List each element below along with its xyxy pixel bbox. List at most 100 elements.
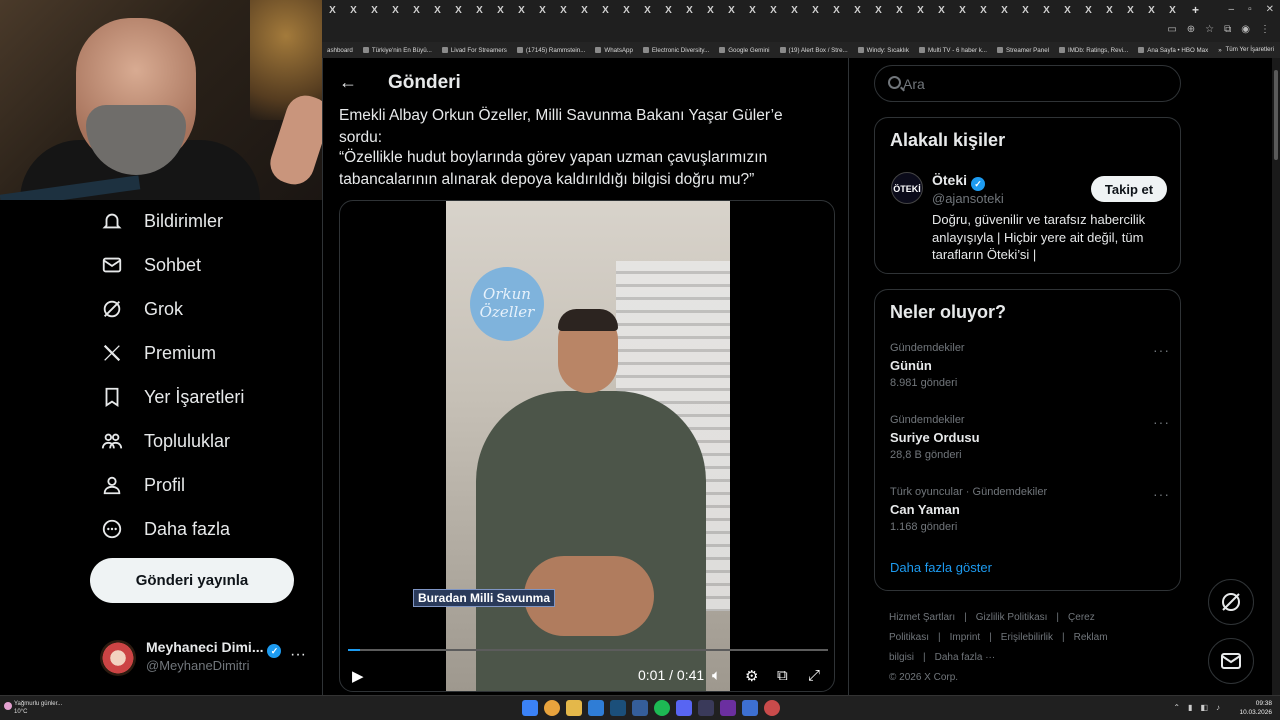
back-arrow-icon[interactable]: ← [339,72,357,93]
messages-fab[interactable] [1208,638,1254,684]
play-icon[interactable]: ▶ [352,667,364,685]
all-bookmarks[interactable]: Tüm Yer İşaretleri [1226,46,1275,53]
footer-link[interactable]: © 2026 X Corp. [889,672,958,683]
progress-track[interactable] [348,649,828,651]
grok-fab[interactable] [1208,579,1254,625]
browser-tab[interactable]: X [553,0,574,20]
browser-tab[interactable]: X [931,0,952,20]
footer-link[interactable]: Hizmet Şartları [889,612,955,623]
browser-tab[interactable]: X [742,0,763,20]
trend-more-icon[interactable]: ··· [1153,342,1170,358]
related-name[interactable]: Öteki ✓ [932,172,986,191]
browser-tab[interactable]: X [469,0,490,20]
windows-start-icon[interactable] [522,700,538,716]
bookmark-item[interactable]: Livad For Streamers [437,47,512,54]
follow-button[interactable]: Takip et [1091,176,1167,202]
nav-item[interactable]: Premium [100,338,216,368]
browser-tab[interactable]: X [910,0,931,20]
nav-item[interactable]: Bildirimler [100,206,223,236]
video-player[interactable]: Orkun Özeller Buradan Milli Savunma ▶ 0:… [339,200,835,692]
system-tray[interactable]: ⌃ ▮ ◧ ♪ [1173,703,1220,712]
browser-tab[interactable]: X [826,0,847,20]
browser-tab[interactable]: X [595,0,616,20]
spotify-icon[interactable] [654,700,670,716]
app-icon[interactable] [742,700,758,716]
browser-tab[interactable]: X [1036,0,1057,20]
browser-tab[interactable]: X [973,0,994,20]
browser-tab[interactable]: X [364,0,385,20]
browser-tab[interactable]: X [637,0,658,20]
discord-icon[interactable] [676,700,692,716]
related-handle[interactable]: @ajansoteki [932,191,1004,206]
fullscreen-icon[interactable]: ⤢ [808,667,820,684]
app-icon[interactable] [698,700,714,716]
browser-tab[interactable]: X [1162,0,1183,20]
bookmark-item[interactable]: Google Gemini [714,47,774,54]
minimize-icon[interactable]: – [1229,0,1235,20]
new-tab-button[interactable]: + [1185,0,1206,20]
nav-item[interactable]: Grok [100,294,183,324]
clock[interactable]: 09:38 10.03.2026 [1239,699,1272,717]
trend-more-icon[interactable]: ··· [1153,486,1170,502]
browser-tab[interactable]: X [1099,0,1120,20]
browser-tab[interactable]: X [952,0,973,20]
bookmark-item[interactable]: Türkiye'nin En Büyü... [358,47,437,54]
nav-item[interactable]: Yer İşaretleri [100,382,244,412]
browser-tab[interactable]: X [1141,0,1162,20]
browser-tab[interactable]: X [427,0,448,20]
app-icon[interactable] [764,700,780,716]
footer-link[interactable]: Imprint [950,632,981,643]
browser-tab[interactable]: X [574,0,595,20]
browser-tab[interactable]: X [847,0,868,20]
browser-tab[interactable]: X [721,0,742,20]
browser-tab[interactable]: X [1120,0,1141,20]
steam-icon[interactable] [610,700,626,716]
browser-tab[interactable]: X [1015,0,1036,20]
browser-tab[interactable]: X [784,0,805,20]
search-box[interactable] [874,65,1181,102]
browser-tab[interactable]: X [994,0,1015,20]
folder-icon[interactable] [566,700,582,716]
app-icon[interactable] [632,700,648,716]
related-avatar[interactable]: ÖTEKİ [891,172,923,204]
browser-tab[interactable]: X [868,0,889,20]
browser-tab[interactable]: X [511,0,532,20]
nav-item[interactable]: Daha fazla [100,514,230,544]
browser-tab[interactable]: X [658,0,679,20]
browser-tab[interactable]: X [616,0,637,20]
footer-link[interactable]: Daha fazla ··· [935,652,996,663]
trend-more-icon[interactable]: ··· [1153,414,1170,430]
trend-item[interactable]: Gündemdekiler Suriye Ordusu 28,8 B gönderi… [890,414,1170,470]
bookmark-item[interactable]: Windy: Sıcaklık [853,47,914,54]
extensions-icon[interactable]: ⧉ [1224,24,1231,35]
star-icon[interactable]: ☆ [1205,24,1214,35]
zoom-icon[interactable]: ⊕ [1187,24,1195,35]
show-more-link[interactable]: Daha fazla göster [890,560,992,575]
post-button[interactable]: Gönderi yayınla [90,558,294,603]
scroll-thumb[interactable] [1274,70,1278,160]
browser-tab[interactable]: X [490,0,511,20]
account-switcher[interactable]: Meyhaneci Dimi... ✓ @MeyhaneDimitri ··· [100,636,320,680]
profile-icon[interactable]: ◉ [1241,24,1250,35]
nav-item[interactable]: Sohbet [100,250,201,280]
app-icon[interactable] [720,700,736,716]
cast-icon[interactable]: ▭ [1167,24,1176,35]
browser-tab[interactable]: X [1078,0,1099,20]
weather-widget[interactable]: Yağmurlu günler... 10°C [4,700,62,716]
search-input[interactable] [903,75,1163,93]
bookmark-item[interactable]: (19) Alert Box / Stre... [775,47,853,54]
bookmark-item[interactable]: Electronic Diversity... [638,47,714,54]
trend-item[interactable]: Türk oyuncular · Gündemdekiler Can Yaman 1… [890,486,1170,542]
bookmark-item[interactable]: WhatsApp [590,47,638,54]
nav-item[interactable]: Profil [100,470,185,500]
footer-link[interactable]: Erişilebilirlik [1001,632,1053,643]
chrome-icon[interactable] [544,700,560,716]
footer-link[interactable]: Gizlilik Politikası [976,612,1048,623]
browser-tab[interactable]: X [406,0,427,20]
bookmark-item[interactable]: IMDb: Ratings, Revi... [1054,47,1133,54]
browser-tab[interactable]: X [448,0,469,20]
browser-tab[interactable]: X [385,0,406,20]
volume-icon[interactable]: 🔈︎ [712,667,721,684]
maximize-icon[interactable]: ▫ [1248,0,1252,20]
bookmark-item[interactable]: Multi TV - 6 haber k... [914,47,992,54]
